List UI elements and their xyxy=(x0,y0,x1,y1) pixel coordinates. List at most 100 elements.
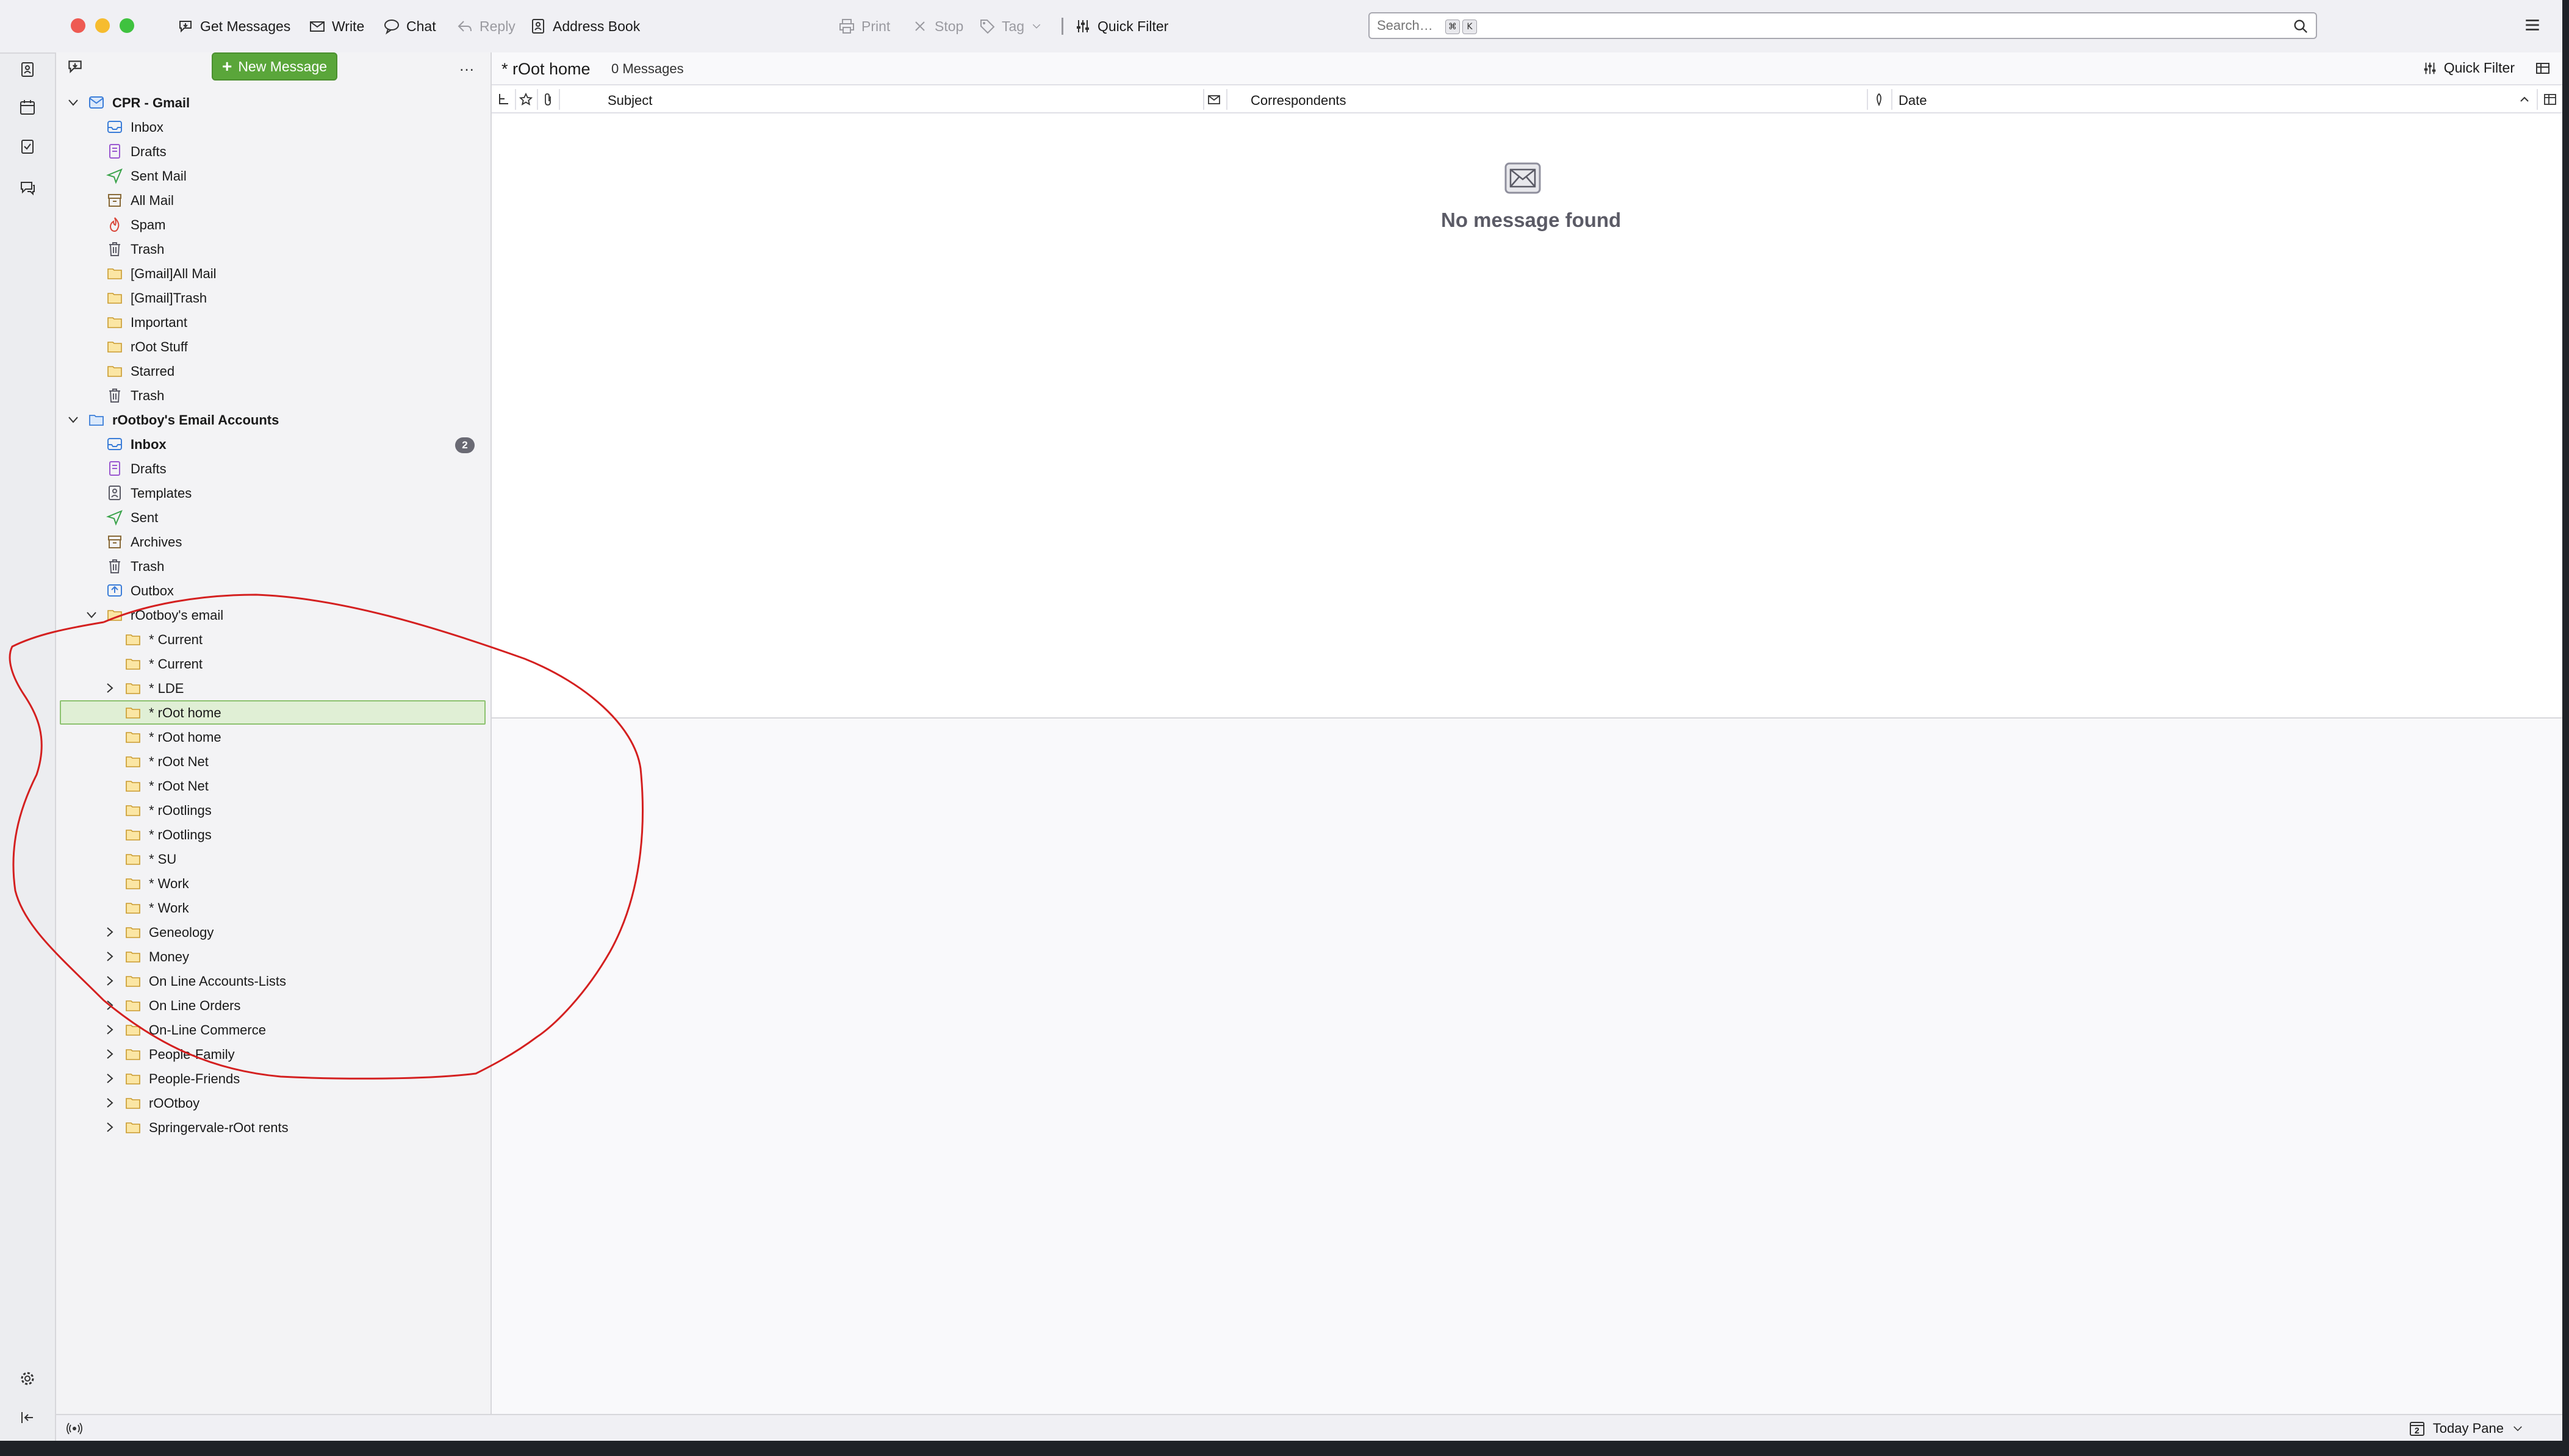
subfolder-current-1[interactable]: * Current xyxy=(56,651,490,676)
empty-state-label: No message found xyxy=(1441,209,1622,231)
date-column-header[interactable]: Date xyxy=(1899,93,1927,109)
stop-button[interactable]: Stop xyxy=(911,15,963,38)
junk-column-icon[interactable] xyxy=(1872,92,1886,107)
subfolder-root-net-6[interactable]: * rOot Net xyxy=(56,773,490,798)
subfolder-rootlings-7[interactable]: * rOotlings xyxy=(56,798,490,822)
chat-button[interactable]: Chat xyxy=(383,15,436,38)
folder-trash[interactable]: Trash xyxy=(56,554,490,578)
folder-trash[interactable]: Trash xyxy=(56,383,490,407)
chevron-right-icon[interactable] xyxy=(102,1047,117,1061)
subfolder-root-home-4[interactable]: * rOot home xyxy=(56,725,490,749)
reply-button[interactable]: Reply xyxy=(456,15,516,38)
subfolder-on-line-accounts-lists-14[interactable]: On Line Accounts-Lists xyxy=(56,969,490,993)
star-column-icon[interactable] xyxy=(519,92,533,107)
display-options-icon[interactable] xyxy=(2534,60,2551,77)
chevron-right-icon[interactable] xyxy=(102,949,117,964)
tasks-icon[interactable] xyxy=(16,135,38,157)
today-pane-button[interactable]: 2 Today Pane xyxy=(2409,1420,2524,1437)
account-rootboy-s-email-accounts[interactable]: rOotboy's Email Accounts xyxy=(56,407,490,432)
subfolder-work-10[interactable]: * Work xyxy=(56,871,490,895)
subfolder-rootboy-19[interactable]: rOOtboy xyxy=(56,1091,490,1115)
folder-all-mail[interactable]: All Mail xyxy=(56,188,490,212)
unread-column-icon[interactable] xyxy=(1207,92,1221,107)
folder-drafts[interactable]: Drafts xyxy=(56,139,490,163)
hamburger-menu-icon[interactable] xyxy=(2523,16,2542,34)
attachment-column-icon[interactable] xyxy=(541,92,555,107)
quick-filter-button[interactable]: Quick Filter xyxy=(1062,15,1168,38)
correspondents-column-header[interactable]: Correspondents xyxy=(1251,93,1346,109)
thread-quick-filter-button[interactable]: Quick Filter xyxy=(2422,60,2515,76)
column-picker-icon[interactable] xyxy=(2543,92,2557,107)
local-folders-icon xyxy=(88,411,105,428)
folder-trash[interactable]: Trash xyxy=(56,237,490,261)
folder-pane-menu-button[interactable]: … xyxy=(459,56,475,75)
chevron-right-icon[interactable] xyxy=(102,1120,117,1135)
minimize-window-button[interactable] xyxy=(95,18,110,33)
folder-rootboy-s-email[interactable]: rOotboy's email xyxy=(56,603,490,627)
folder-inbox[interactable]: Inbox xyxy=(56,115,490,139)
folder-sent-mail[interactable]: Sent Mail xyxy=(56,163,490,188)
search-icon[interactable] xyxy=(2293,18,2309,34)
folder-root-stuff[interactable]: rOot Stuff xyxy=(56,334,490,359)
chevron-right-icon[interactable] xyxy=(102,925,117,939)
subfolder-rootlings-8[interactable]: * rOotlings xyxy=(56,822,490,847)
chevron-down-icon[interactable] xyxy=(66,412,81,427)
settings-icon[interactable] xyxy=(16,1368,38,1390)
zoom-window-button[interactable] xyxy=(120,18,134,33)
subfolder-lde-2[interactable]: * LDE xyxy=(56,676,490,700)
folder-outbox[interactable]: Outbox xyxy=(56,578,490,603)
subfolder-people-family-17[interactable]: People-Family xyxy=(56,1042,490,1066)
calendar-icon[interactable] xyxy=(16,96,38,118)
thread-pane: * rOot home 0 Messages Quick Filter Subj… xyxy=(492,52,2562,717)
subfolder-root-home-3[interactable]: * rOot home xyxy=(56,700,490,725)
chevron-right-icon[interactable] xyxy=(102,1096,117,1110)
address-book-button[interactable]: Address Book xyxy=(530,15,640,38)
folder-spam[interactable]: Spam xyxy=(56,212,490,237)
collapse-spaces-icon[interactable] xyxy=(16,1407,38,1429)
write-button[interactable]: Write xyxy=(309,15,364,38)
subject-column-header[interactable]: Subject xyxy=(608,93,652,109)
folder-templates[interactable]: Templates xyxy=(56,481,490,505)
sort-ascending-icon[interactable] xyxy=(2517,92,2532,107)
subfolder-geneology-12[interactable]: Geneology xyxy=(56,920,490,944)
search-input[interactable] xyxy=(1377,17,1450,34)
chevron-right-icon[interactable] xyxy=(102,681,117,695)
address-book-icon[interactable] xyxy=(16,59,38,81)
subfolder-money-13[interactable]: Money xyxy=(56,944,490,969)
thread-column-icon[interactable] xyxy=(497,92,511,107)
chevron-right-icon[interactable] xyxy=(102,974,117,988)
subfolder-su-9[interactable]: * SU xyxy=(56,847,490,871)
folder-important[interactable]: Important xyxy=(56,310,490,334)
account-cpr-gmail[interactable]: CPR - Gmail xyxy=(56,90,490,115)
folder-archives[interactable]: Archives xyxy=(56,529,490,554)
chevron-down-icon[interactable] xyxy=(84,608,99,622)
address-book-icon xyxy=(532,19,544,34)
folder-inbox[interactable]: Inbox 2 xyxy=(56,432,490,456)
folder-label: Geneology xyxy=(149,925,214,940)
subfolder-people-friends-18[interactable]: People-Friends xyxy=(56,1066,490,1091)
get-messages-button[interactable]: Get Messages xyxy=(177,15,290,38)
chevron-right-icon[interactable] xyxy=(102,1071,117,1086)
folder-sent[interactable]: Sent xyxy=(56,505,490,529)
new-message-button[interactable]: + New Message xyxy=(212,52,337,81)
chevron-right-icon[interactable] xyxy=(102,998,117,1013)
print-button[interactable]: Print xyxy=(838,15,890,38)
online-status-icon[interactable] xyxy=(66,1420,83,1437)
chat-icon[interactable] xyxy=(16,177,38,199)
search-field[interactable]: ⌘ K xyxy=(1368,12,2317,39)
subfolder-work-11[interactable]: * Work xyxy=(56,895,490,920)
tag-button[interactable]: Tag xyxy=(979,15,1043,38)
folder-starred[interactable]: Starred xyxy=(56,359,490,383)
subfolder-on-line-orders-15[interactable]: On Line Orders xyxy=(56,993,490,1017)
subfolder-springervale-root-rents-20[interactable]: Springervale-rOot rents xyxy=(56,1115,490,1139)
subfolder-on-line-commerce-16[interactable]: On-Line Commerce xyxy=(56,1017,490,1042)
subfolder-current-0[interactable]: * Current xyxy=(56,627,490,651)
folder-gmail-all-mail[interactable]: [Gmail]All Mail xyxy=(56,261,490,285)
close-window-button[interactable] xyxy=(71,18,85,33)
folder-gmail-trash[interactable]: [Gmail]Trash xyxy=(56,285,490,310)
folder-drafts[interactable]: Drafts xyxy=(56,456,490,481)
chevron-down-icon[interactable] xyxy=(66,95,81,110)
get-messages-small-icon[interactable] xyxy=(66,57,84,76)
subfolder-root-net-5[interactable]: * rOot Net xyxy=(56,749,490,773)
chevron-right-icon[interactable] xyxy=(102,1022,117,1037)
